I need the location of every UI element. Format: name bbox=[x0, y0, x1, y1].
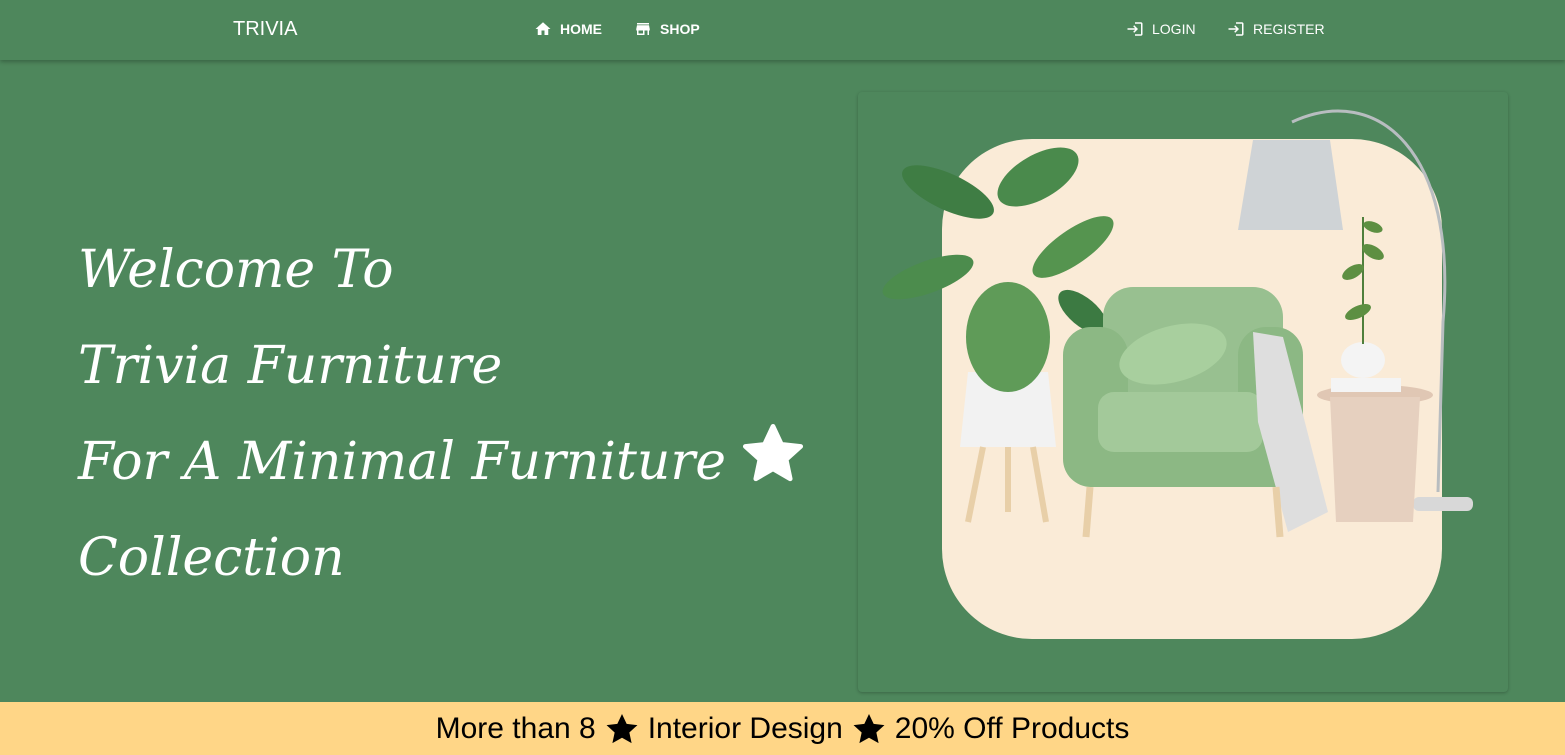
nav-register-link[interactable]: REGISTER bbox=[1227, 20, 1325, 38]
nav-login-link[interactable]: LOGIN bbox=[1126, 20, 1196, 38]
nav-shop-label: SHOP bbox=[660, 21, 700, 37]
nav-home-link[interactable]: HOME bbox=[534, 20, 602, 38]
chair-seat bbox=[1098, 392, 1263, 452]
top-navbar: TRIVIA HOME SHOP LOGIN REGISTER bbox=[0, 0, 1565, 60]
lamp-shade bbox=[1238, 140, 1343, 230]
hero-line-3: For A Minimal Furniture bbox=[78, 432, 727, 492]
promo-banner: More than 8 Interior Design 20% Off Prod… bbox=[0, 702, 1565, 755]
banner-text-2: Interior Design bbox=[647, 711, 843, 745]
star-icon bbox=[606, 713, 638, 743]
store-icon bbox=[636, 23, 650, 35]
table-body bbox=[1330, 397, 1420, 522]
table-books bbox=[1331, 378, 1401, 392]
banner-text-1: More than 8 bbox=[435, 711, 596, 745]
hero-line-4: Collection bbox=[78, 528, 345, 588]
star-icon bbox=[853, 713, 885, 743]
nav-shop-link[interactable]: SHOP bbox=[634, 20, 700, 38]
chair-base bbox=[1083, 452, 1293, 487]
hero-heading: Welcome To Trivia Furniture For A Minima… bbox=[78, 222, 808, 606]
register-icon bbox=[1228, 22, 1244, 36]
login-icon bbox=[1127, 22, 1143, 36]
chair-leg bbox=[1082, 486, 1094, 538]
chair-leg bbox=[1272, 486, 1284, 538]
home-icon bbox=[535, 22, 551, 35]
hero-line-1: Welcome To bbox=[78, 240, 394, 300]
nav-register-label: REGISTER bbox=[1253, 21, 1325, 37]
brand-logo[interactable]: TRIVIA bbox=[233, 18, 297, 41]
nav-login-label: LOGIN bbox=[1152, 21, 1196, 37]
hero-line-3-wrap: For A Minimal Furniture bbox=[78, 414, 808, 510]
star-icon bbox=[743, 423, 804, 482]
plant-leaf bbox=[966, 282, 1050, 392]
hero-image-card bbox=[858, 92, 1508, 692]
furniture-illustration bbox=[882, 109, 1473, 639]
banner-text-3: 20% Off Products bbox=[894, 711, 1130, 745]
lamp-base bbox=[1413, 497, 1473, 511]
hero-line-2: Trivia Furniture bbox=[78, 336, 503, 396]
nav-home-label: HOME bbox=[560, 21, 602, 37]
table-vase bbox=[1341, 342, 1385, 378]
